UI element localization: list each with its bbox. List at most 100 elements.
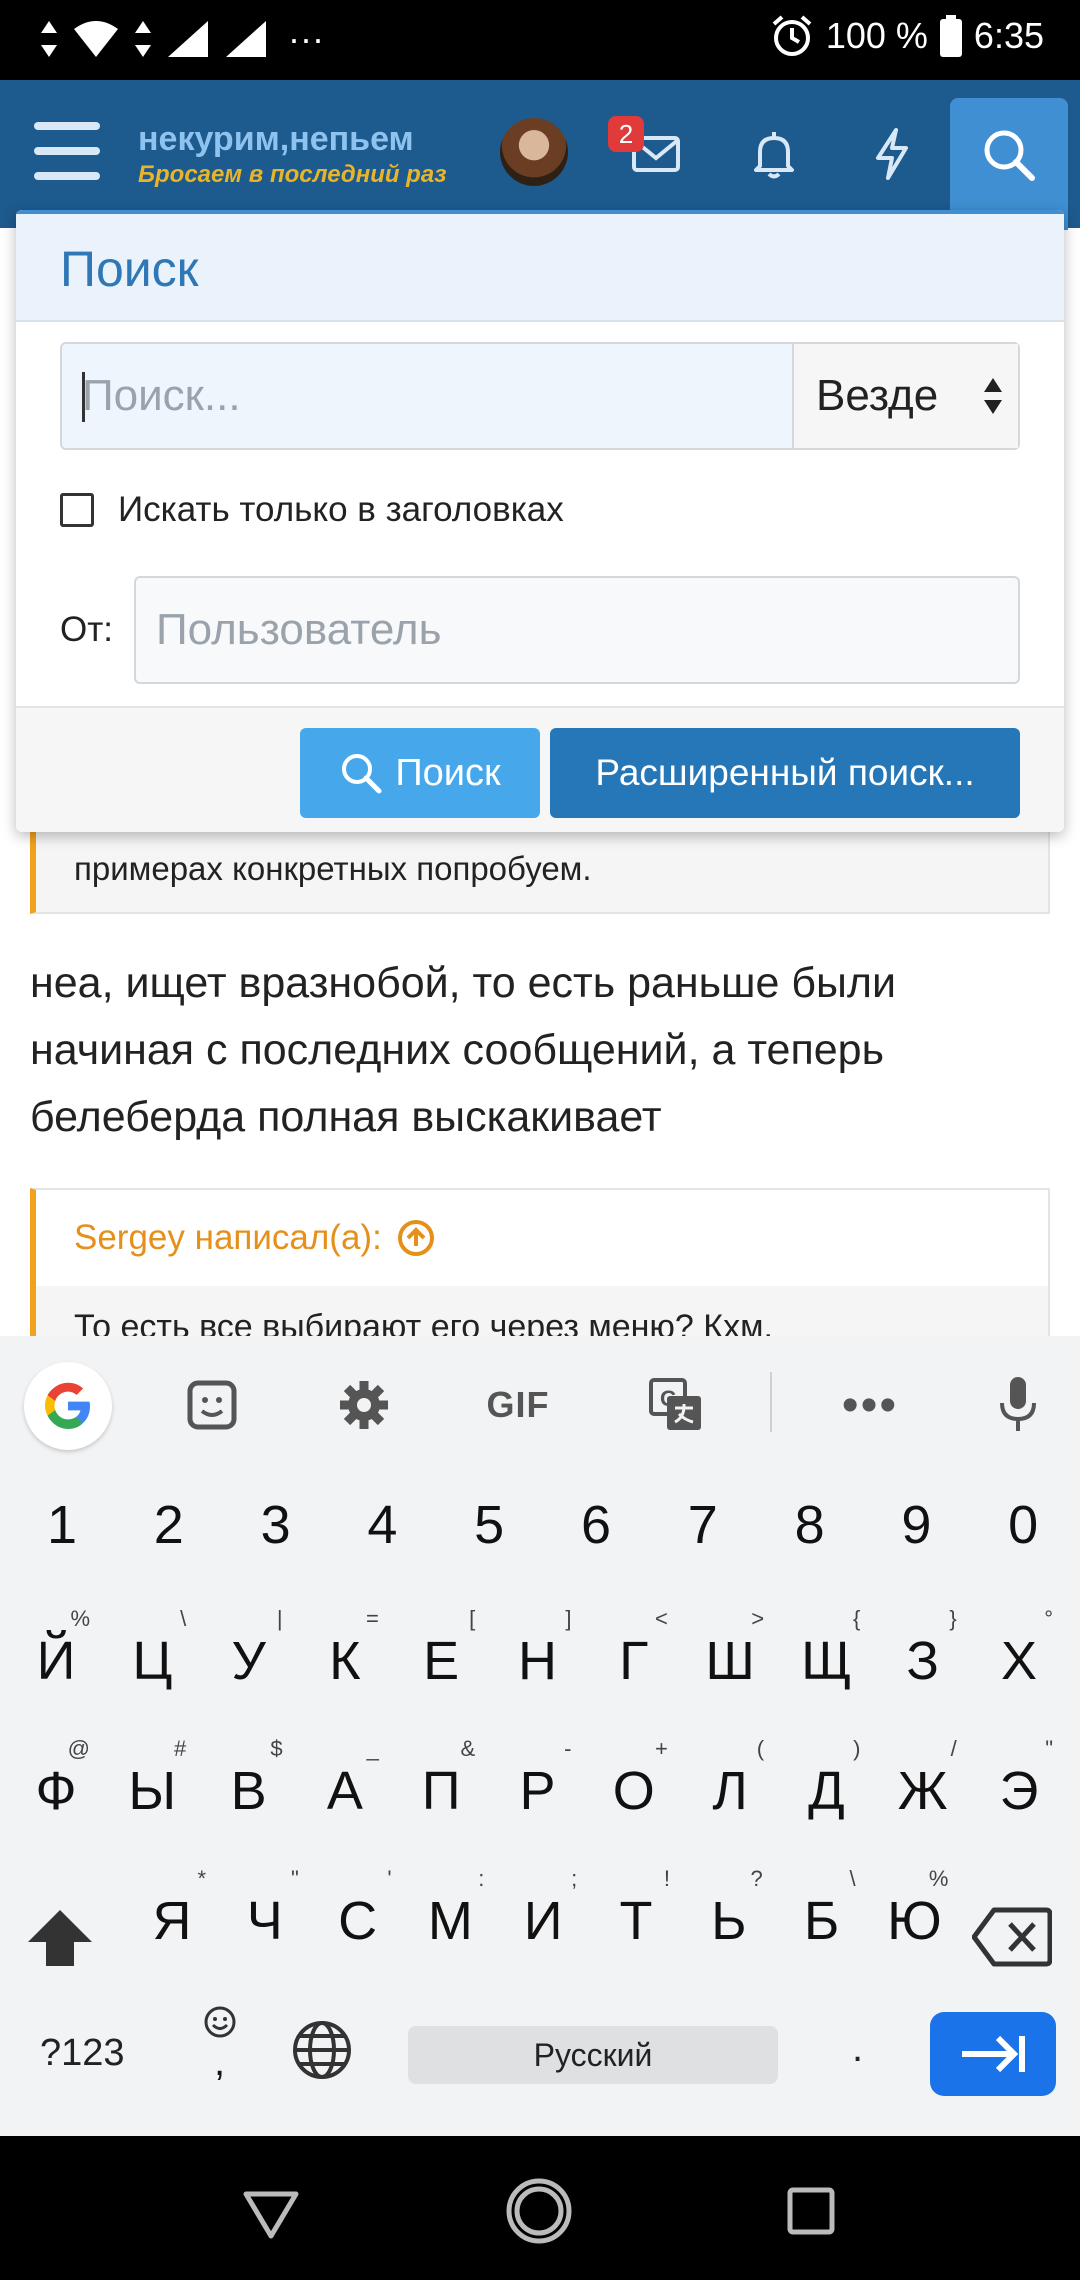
site-logo[interactable]: некурим,непьем Бросаем в последний раз — [138, 120, 446, 189]
key-Е[interactable]: [Е — [391, 1600, 491, 1710]
key-Р[interactable]: -Р — [488, 1730, 588, 1840]
key-И[interactable]: ; И — [493, 1860, 593, 1970]
sticker-icon[interactable] — [176, 1370, 248, 1440]
enter-key[interactable] — [930, 2012, 1056, 2096]
key-5[interactable]: 5 — [439, 1472, 539, 1582]
key-label: Г — [619, 1631, 649, 1691]
translate-icon[interactable]: G — [640, 1370, 712, 1440]
key-6[interactable]: 6 — [546, 1472, 646, 1582]
recents-icon[interactable] — [776, 2176, 846, 2246]
shift-arrow-icon — [28, 1910, 92, 1966]
advanced-search-button[interactable]: Расширенный поиск... — [550, 728, 1020, 818]
key-М[interactable]: :М — [400, 1860, 500, 1970]
key-Ч[interactable]: " Ч — [215, 1860, 315, 1970]
key-label: Д — [808, 1761, 845, 1821]
battery-percent: 100 % — [825, 15, 928, 56]
key-label: П — [421, 1761, 461, 1821]
key-Ю[interactable]: % Ю — [864, 1860, 964, 1970]
key-Ь[interactable]: ? Ь — [679, 1860, 779, 1970]
more-icon[interactable]: ••• — [830, 1370, 910, 1440]
key-Б[interactable]: \ Б — [772, 1860, 872, 1970]
google-icon[interactable] — [24, 1362, 112, 1450]
key-О[interactable]: + О — [584, 1730, 684, 1840]
home-icon[interactable] — [504, 2176, 574, 2246]
key-3[interactable]: 3 — [226, 1472, 326, 1582]
back-icon[interactable] — [236, 2176, 306, 2246]
gif-button[interactable]: GIF — [476, 1370, 560, 1440]
key-label: 7 — [687, 1495, 718, 1555]
settings-gear-icon[interactable] — [328, 1370, 400, 1440]
key-К[interactable]: = К — [295, 1600, 395, 1710]
key-Я[interactable]: * Я — [122, 1860, 222, 1970]
key-hint: [ — [469, 1606, 476, 1631]
key-1[interactable]: 1 — [12, 1472, 112, 1582]
emoji-comma-key[interactable]: , — [190, 2004, 250, 2094]
key-Х[interactable]: ° Х — [969, 1600, 1069, 1710]
key-label: О — [612, 1761, 655, 1821]
avatar[interactable] — [500, 118, 568, 186]
key-label: Ы — [128, 1761, 177, 1821]
key-Г[interactable]: < Г — [584, 1600, 684, 1710]
key-hint: % — [70, 1606, 90, 1631]
keyboard-toolbar: GIF G ••• — [0, 1336, 1080, 1472]
quote-text-2: То есть все выбирают его через меню? Кхм… — [74, 1308, 773, 1338]
key-label: Е — [423, 1631, 460, 1691]
backspace-key[interactable] — [971, 1906, 1058, 1986]
navigation-bar — [0, 2136, 1080, 2280]
titles-only-option[interactable]: Искать только в заголовках — [60, 490, 564, 530]
key-Н[interactable]: ] Н — [488, 1600, 588, 1710]
key-А[interactable]: _ А — [295, 1730, 395, 1840]
key-Ж[interactable]: / Ж — [873, 1730, 973, 1840]
key-label: 2 — [153, 1495, 184, 1555]
key-label: К — [329, 1631, 361, 1691]
key-Д[interactable]: ) Д — [776, 1730, 876, 1840]
key-П[interactable]: & П — [391, 1730, 491, 1840]
arrow-up-circle-icon[interactable] — [396, 1218, 436, 1258]
period-key[interactable]: . — [852, 2026, 863, 2071]
key-label: Я — [152, 1891, 192, 1951]
post-body: неа, ищет вразнобой, то есть раньше были… — [30, 959, 897, 1141]
key-Ш[interactable]: > Ш — [680, 1600, 780, 1710]
key-2[interactable]: 2 — [119, 1472, 219, 1582]
key-label: Ф — [35, 1761, 77, 1821]
key-hint: ° — [1044, 1606, 1053, 1631]
key-Л[interactable]: (Л — [680, 1730, 780, 1840]
language-key[interactable] — [290, 2018, 360, 2088]
key-8[interactable]: 8 — [760, 1472, 860, 1582]
key-Э[interactable]: " Э — [969, 1730, 1069, 1840]
menu-icon[interactable] — [34, 122, 100, 182]
key-hint: & — [460, 1736, 476, 1761]
scope-select[interactable]: Везде — [792, 344, 1018, 448]
shift-key[interactable] — [24, 1906, 104, 1986]
key-Ы[interactable]: # Ы — [102, 1730, 202, 1840]
key-Т[interactable]: ! Т — [586, 1860, 686, 1970]
key-hint: + — [654, 1736, 668, 1761]
key-Й[interactable]: % Й — [6, 1600, 106, 1710]
bell-icon[interactable] — [744, 124, 804, 184]
key-4[interactable]: 4 — [332, 1472, 432, 1582]
key-У[interactable]: | У — [199, 1600, 299, 1710]
key-hint: { — [853, 1606, 861, 1631]
search-button-label: Поиск — [395, 751, 501, 794]
key-hint: $ — [270, 1736, 283, 1761]
quote-author-link[interactable]: Sergey написал(а): — [74, 1218, 436, 1258]
symbols-key[interactable]: ?123 — [40, 2032, 125, 2075]
titles-only-checkbox[interactable] — [60, 493, 94, 527]
status-left: ··· — [40, 18, 324, 60]
key-0[interactable]: 0 — [973, 1472, 1073, 1582]
key-Ц[interactable]: \ Ц — [102, 1600, 202, 1710]
search-button[interactable]: Поиск — [300, 728, 540, 818]
search-input[interactable] — [62, 344, 792, 448]
key-В[interactable]: $ В — [199, 1730, 299, 1840]
key-9[interactable]: 9 — [866, 1472, 966, 1582]
lightning-icon[interactable] — [862, 124, 922, 184]
key-Щ[interactable]: {Щ — [776, 1600, 876, 1710]
space-key[interactable]: Русский — [408, 2026, 778, 2084]
key-З[interactable]: } З — [873, 1600, 973, 1710]
svg-text:G: G — [660, 1386, 677, 1411]
key-Ф[interactable]: @ Ф — [6, 1730, 106, 1840]
user-input[interactable]: Пользователь — [134, 576, 1020, 684]
key-7[interactable]: 7 — [653, 1472, 753, 1582]
key-С[interactable]: ' С — [308, 1860, 408, 1970]
microphone-icon[interactable] — [990, 1370, 1046, 1440]
